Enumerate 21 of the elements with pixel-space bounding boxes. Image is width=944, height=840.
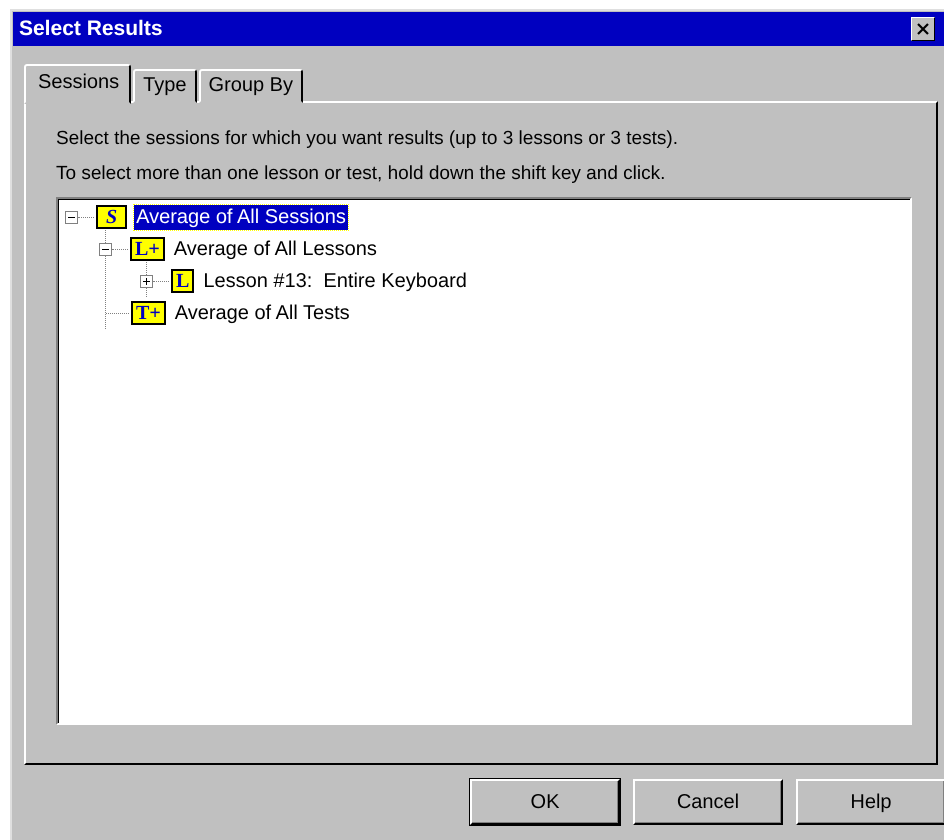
close-icon[interactable] <box>911 17 935 41</box>
dialog-button[interactable]: Help <box>796 779 944 825</box>
window-title: Select Results <box>19 17 163 41</box>
tree-item[interactable]: Average of All Lessons <box>172 236 379 262</box>
instruction-text: To select more than one lesson or test, hold down the shift key and click. <box>56 162 666 185</box>
dialog-button[interactable]: Cancel <box>633 779 783 825</box>
dialog-button[interactable]: OK <box>470 779 620 825</box>
collapse-icon[interactable] <box>65 210 78 224</box>
session-icon: L+ <box>130 237 165 261</box>
instruction-text: Select the sessions for which you want results (up to 3 lessons or 3 tests). <box>56 127 680 150</box>
tree-item[interactable]: Lesson #13: Entire Keyboard <box>201 268 469 294</box>
tab[interactable]: Type <box>133 69 197 103</box>
tree-item[interactable]: Average of All Sessions <box>134 204 348 230</box>
session-icon: L <box>171 269 194 293</box>
session-icon: S <box>96 205 128 229</box>
expand-icon[interactable] <box>140 274 153 288</box>
tab[interactable]: Group By <box>198 69 303 103</box>
session-icon: T+ <box>131 301 166 325</box>
tab[interactable]: Sessions <box>24 64 132 104</box>
collapse-icon[interactable] <box>99 242 112 256</box>
tree-item[interactable]: Average of All Tests <box>172 300 352 326</box>
